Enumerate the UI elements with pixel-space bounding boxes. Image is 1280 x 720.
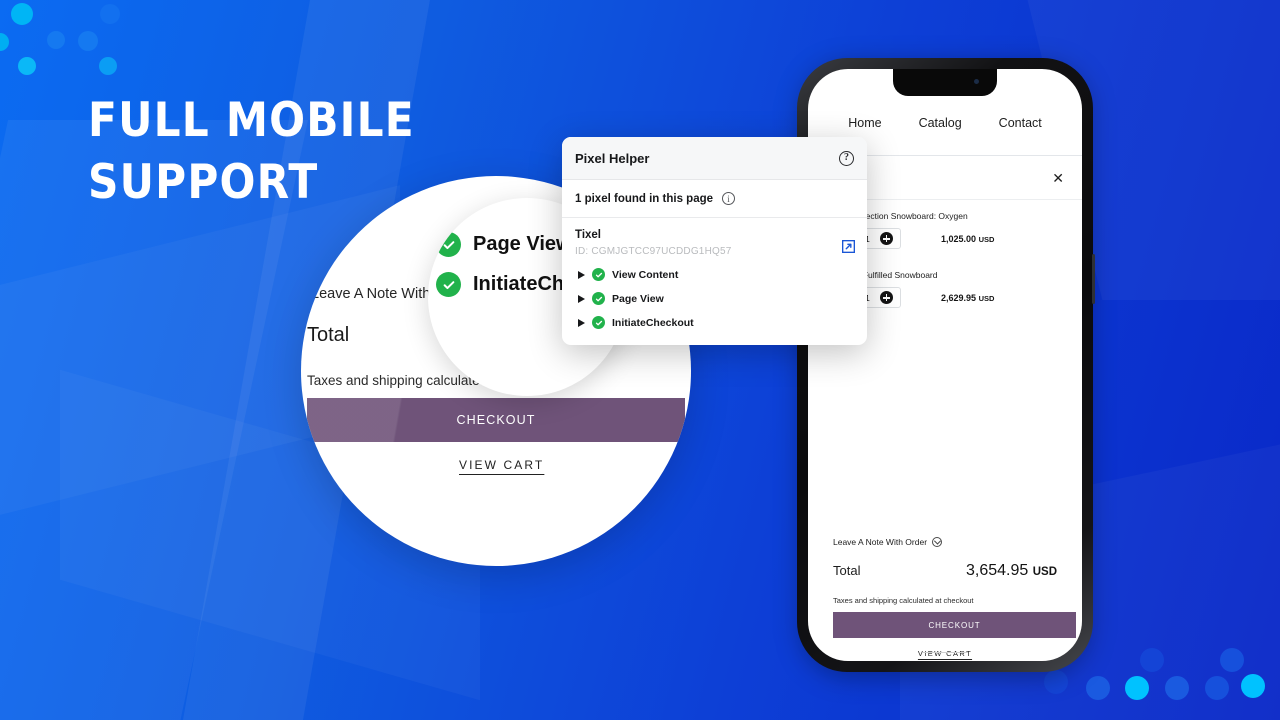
cart-item-price: 1,025.00 USD xyxy=(941,234,994,244)
cart-total-label: Total xyxy=(833,563,861,578)
decorative-dot xyxy=(1241,674,1265,698)
cart-total-value: 3,654.95 USD xyxy=(966,562,1057,580)
magnifier-event-label: Page View xyxy=(473,233,572,255)
pixel-event-row[interactable]: Page View xyxy=(575,292,854,305)
pixel-helper-panel: Pixel Helper ? 1 pixel found in this pag… xyxy=(562,137,867,345)
nav-item-contact[interactable]: Contact xyxy=(999,116,1042,130)
pixel-event-label: View Content xyxy=(612,268,679,281)
view-cart-link[interactable]: VIEW CART xyxy=(808,649,1082,658)
question-circle-icon[interactable]: ? xyxy=(839,150,854,166)
decorative-dot xyxy=(100,4,120,24)
cart-item-price-currency: USD xyxy=(978,234,995,244)
nav-item-home[interactable]: Home xyxy=(848,116,881,130)
pixel-helper-title: Pixel Helper xyxy=(575,150,650,166)
pixel-found-text: 1 pixel found in this page xyxy=(575,192,714,205)
home-indicator xyxy=(922,651,968,653)
cart-item-price-currency: USD xyxy=(978,293,995,303)
pixel-id: ID: CGMJGTCC97UCDDG1HQ57 xyxy=(575,246,732,257)
check-circle-icon xyxy=(436,232,461,257)
chevron-down-icon[interactable] xyxy=(932,537,943,547)
decorative-dot xyxy=(99,57,117,75)
check-circle-icon xyxy=(592,268,605,281)
pixel-found-row: 1 pixel found in this page i xyxy=(562,180,867,218)
pixel-event-label: InitiateCheckout xyxy=(612,316,694,329)
phone-notch xyxy=(893,69,997,96)
decorative-dot xyxy=(1220,648,1244,672)
decorative-dot xyxy=(1165,676,1189,700)
magnifier-checkout-button[interactable]: CHECKOUT xyxy=(307,398,685,442)
external-link-icon[interactable] xyxy=(842,240,855,253)
cart-total-amount: 3,654.95 xyxy=(965,562,1029,579)
cart-total-row: Total 3,654.95 USD xyxy=(833,562,1057,580)
nav-item-catalog[interactable]: Catalog xyxy=(919,116,962,130)
increase-quantity-icon[interactable] xyxy=(880,291,893,304)
check-circle-icon xyxy=(436,272,461,297)
pixel-event-row[interactable]: InitiateCheckout xyxy=(575,316,854,329)
decorative-dot xyxy=(1205,676,1229,700)
pixel-helper-header: Pixel Helper ? xyxy=(562,137,867,180)
cart-item: The 3p Fulfilled Snowboard 1 2,629.95 US… xyxy=(834,270,1072,308)
decorative-dot xyxy=(47,31,65,49)
headline-line-1: FULL MOBILE xyxy=(88,93,415,148)
cart-item-title: The 3p Fulfilled Snowboard xyxy=(834,270,938,280)
expand-arrow-icon[interactable] xyxy=(578,318,585,327)
cart-item-price: 2,629.95 USD xyxy=(941,293,994,303)
cart-item-price-amount: 2,629.95 xyxy=(941,292,977,303)
magnifier-event-row: Page View xyxy=(436,232,572,257)
close-icon[interactable]: ✕ xyxy=(1052,171,1064,185)
store-nav: Home Catalog Contact xyxy=(808,116,1082,130)
phone-front-camera xyxy=(974,79,979,84)
cart-item-price-amount: 1,025.00 xyxy=(941,233,977,244)
expand-arrow-icon[interactable] xyxy=(578,270,585,279)
info-circle-icon[interactable]: i xyxy=(722,192,736,205)
phone-power-button xyxy=(1092,254,1095,304)
decorative-dot xyxy=(1086,676,1110,700)
check-circle-icon xyxy=(592,292,605,305)
pixel-event-row[interactable]: View Content xyxy=(575,268,854,281)
increase-quantity-icon[interactable] xyxy=(880,232,893,245)
magnifier-total-label: Total xyxy=(307,324,350,346)
cart-item-title: The Collection Snowboard: Oxygen xyxy=(834,211,968,221)
pixel-event-label: Page View xyxy=(612,292,664,305)
taxes-note: Taxes and shipping calculated at checkou… xyxy=(833,596,974,605)
pixel-name: Tixel xyxy=(575,229,601,241)
cart-item: The Collection Snowboard: Oxygen 1 1,025… xyxy=(834,211,1072,249)
leave-note-row[interactable]: Leave A Note With Order xyxy=(833,537,943,547)
decorative-dot xyxy=(1125,676,1149,700)
expand-arrow-icon[interactable] xyxy=(578,294,585,303)
pixel-helper-body: Tixel ID: CGMJGTCC97UCDDG1HQ57 View Cont… xyxy=(562,218,867,345)
magnifier-view-cart-link[interactable]: VIEW CART xyxy=(459,458,544,472)
leave-note-label: Leave A Note With Order xyxy=(833,537,928,547)
decorative-dot xyxy=(1140,648,1164,672)
checkout-button[interactable]: CHECKOUT xyxy=(833,612,1076,638)
check-circle-icon xyxy=(592,316,605,329)
decorative-dot xyxy=(78,31,98,51)
decorative-dot xyxy=(11,3,33,25)
cart-total-currency: USD xyxy=(1032,566,1057,578)
decorative-dot xyxy=(0,33,9,51)
decorative-dot xyxy=(18,57,36,75)
